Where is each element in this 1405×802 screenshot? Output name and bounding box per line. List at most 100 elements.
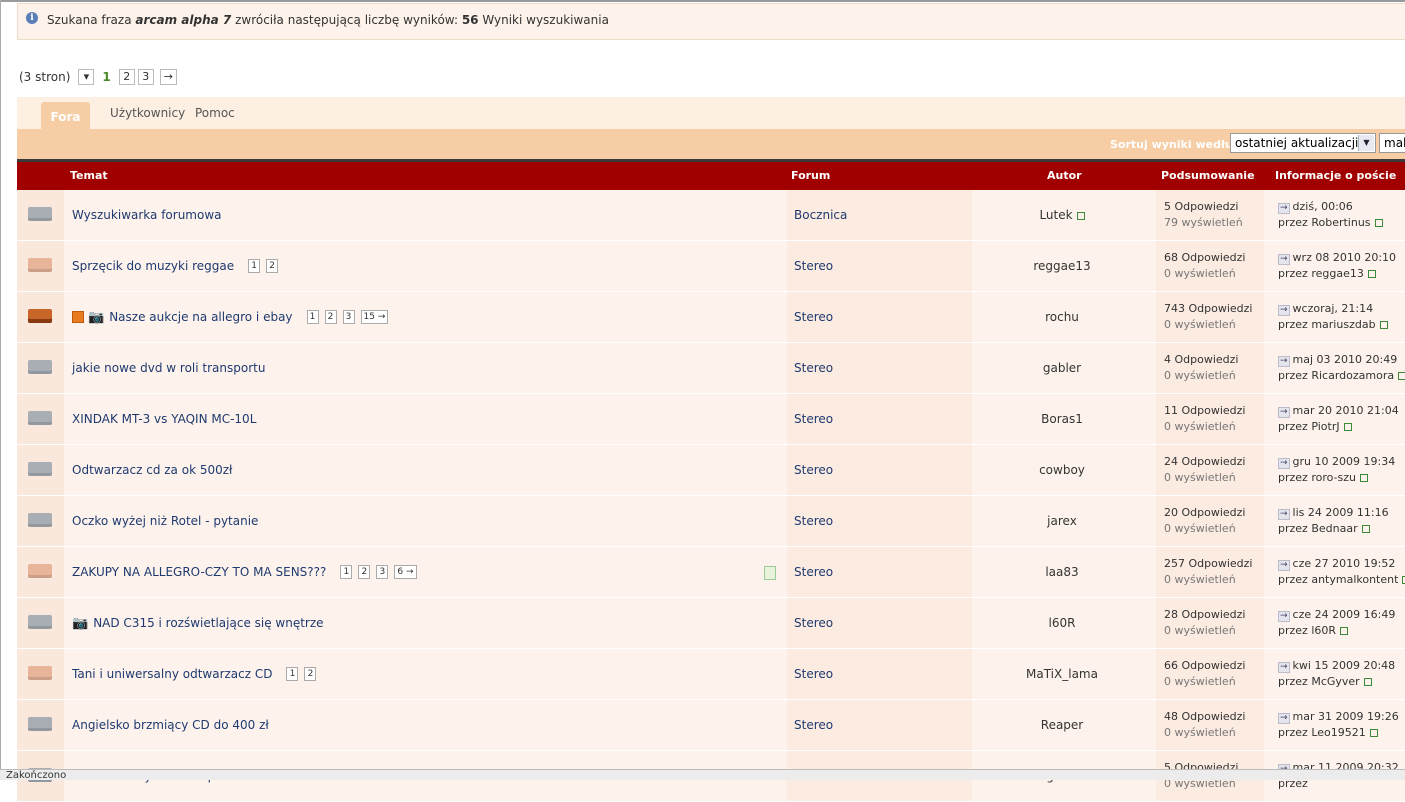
last-poster[interactable]: Ricardozamora xyxy=(1311,369,1394,382)
last-post-date[interactable]: cze 27 2010 19:52 xyxy=(1293,557,1396,570)
last-poster[interactable]: l60R xyxy=(1311,624,1336,637)
go-to-last-post-icon[interactable]: → xyxy=(1278,407,1290,418)
last-poster[interactable]: Robertinus xyxy=(1311,216,1370,229)
author-name[interactable]: laa83 xyxy=(1045,565,1078,579)
external-link-icon[interactable] xyxy=(1343,423,1352,431)
topic-page-link[interactable]: 2 xyxy=(324,310,337,324)
last-poster[interactable]: Bednaar xyxy=(1311,522,1357,535)
chevron-down-icon[interactable]: ▼ xyxy=(1358,135,1374,151)
last-post-date[interactable]: mar 20 2010 21:04 xyxy=(1293,404,1399,417)
topic-page-link[interactable]: 1 xyxy=(248,259,261,273)
tab-help[interactable]: Pomoc xyxy=(195,106,235,120)
forum-link[interactable]: Stereo xyxy=(794,565,833,579)
next-page-button[interactable]: → xyxy=(159,69,177,85)
topic-link[interactable]: jakie nowe dvd w roli transportu xyxy=(72,361,265,375)
topic-page-link[interactable]: 2 xyxy=(266,259,279,273)
last-poster[interactable]: Leo19521 xyxy=(1311,726,1365,739)
external-link-icon[interactable] xyxy=(1361,525,1370,533)
external-link-icon[interactable] xyxy=(1076,211,1085,220)
topic-link[interactable]: Nasze aukcje na allegro i ebay xyxy=(109,310,292,324)
last-poster[interactable]: reggae13 xyxy=(1311,267,1364,280)
external-link-icon[interactable] xyxy=(1379,321,1388,329)
last-poster[interactable]: antymalkontent xyxy=(1311,573,1398,586)
go-to-last-post-icon[interactable]: → xyxy=(1278,560,1290,571)
go-to-last-post-icon[interactable]: → xyxy=(1278,203,1290,214)
topic-page-link[interactable]: 1 xyxy=(306,310,319,324)
last-post-date[interactable]: wczoraj, 21:14 xyxy=(1293,302,1374,315)
author-name[interactable]: Reaper xyxy=(1041,718,1083,732)
topic-link[interactable]: Wyszukiwarka forumowa xyxy=(72,208,222,222)
topic-link[interactable]: ZAKUPY NA ALLEGRO-CZY TO MA SENS??? xyxy=(72,565,326,579)
forum-link[interactable]: Stereo xyxy=(794,259,833,273)
page-link-2[interactable]: 2 xyxy=(118,69,135,85)
last-post-date[interactable]: mar 31 2009 19:26 xyxy=(1293,710,1399,723)
external-link-icon[interactable] xyxy=(1374,219,1383,227)
author-name[interactable]: gabler xyxy=(1043,361,1081,375)
forum-link[interactable]: Stereo xyxy=(794,310,833,324)
author-name[interactable]: Boras1 xyxy=(1041,412,1083,426)
forum-link[interactable]: Stereo xyxy=(794,718,833,732)
last-post-date[interactable]: cze 24 2009 16:49 xyxy=(1293,608,1396,621)
topic-page-link[interactable]: 2 xyxy=(358,565,371,579)
topic-page-link[interactable]: 2 xyxy=(304,667,317,681)
last-poster[interactable]: PiotrJ xyxy=(1311,420,1339,433)
tab-users[interactable]: Użytkownicy xyxy=(110,106,185,120)
external-link-icon[interactable] xyxy=(1369,729,1378,737)
go-to-last-post-icon[interactable]: → xyxy=(1278,356,1290,367)
topic-link[interactable]: Sprzęcik do muzyki reggae xyxy=(72,259,234,273)
go-to-last-post-icon[interactable]: → xyxy=(1278,713,1290,724)
forum-link[interactable]: Stereo xyxy=(794,667,833,681)
topic-page-link[interactable]: 1 xyxy=(340,565,353,579)
author-name[interactable]: l60R xyxy=(1049,616,1076,630)
last-post-date[interactable]: lis 24 2009 11:16 xyxy=(1293,506,1389,519)
sort-order-select[interactable]: malejąco xyxy=(1379,133,1405,153)
forum-link[interactable]: Bocznica xyxy=(794,208,847,222)
go-to-last-post-icon[interactable]: → xyxy=(1278,662,1290,673)
last-poster[interactable]: McGyver xyxy=(1311,675,1359,688)
col-forum[interactable]: Forum xyxy=(791,169,830,182)
author-name[interactable]: cowboy xyxy=(1039,463,1085,477)
sort-field-select[interactable]: ostatniej aktualizacji ▼ xyxy=(1230,133,1376,153)
last-poster[interactable]: mariuszdab xyxy=(1311,318,1375,331)
go-to-last-post-icon[interactable]: → xyxy=(1278,254,1290,265)
external-link-icon[interactable] xyxy=(1398,372,1405,380)
external-link-icon[interactable] xyxy=(1367,270,1376,278)
last-poster[interactable]: roro-szu xyxy=(1311,471,1356,484)
last-post-date[interactable]: kwi 15 2009 20:48 xyxy=(1293,659,1396,672)
author-name[interactable]: Lutek xyxy=(1039,208,1072,222)
author-name[interactable]: reggae13 xyxy=(1033,259,1090,273)
topic-link[interactable]: Oczko wyżej niż Rotel - pytanie xyxy=(72,514,258,528)
topic-page-link[interactable]: 6 → xyxy=(394,565,417,579)
col-summary[interactable]: Podsumowanie xyxy=(1161,169,1255,182)
author-name[interactable]: rochu xyxy=(1045,310,1079,324)
page-jump-dropdown[interactable]: ▾ xyxy=(78,69,95,85)
topic-link[interactable]: Tani i uniwersalny odtwarzacz CD xyxy=(72,667,272,681)
go-to-last-post-icon[interactable]: → xyxy=(1278,305,1290,316)
tab-forums[interactable]: Fora xyxy=(41,102,90,129)
go-to-last-post-icon[interactable]: → xyxy=(1278,509,1290,520)
topic-link[interactable]: Angielsko brzmiący CD do 400 zł xyxy=(72,718,269,732)
col-post-info[interactable]: Informacje o poście xyxy=(1275,169,1396,182)
forum-link[interactable]: Stereo xyxy=(794,463,833,477)
author-name[interactable]: jarex xyxy=(1047,514,1077,528)
external-link-icon[interactable] xyxy=(1360,474,1368,482)
forum-link[interactable]: Stereo xyxy=(794,412,833,426)
topic-link[interactable]: Odtwarzacz cd za ok 500zł xyxy=(72,463,232,477)
topic-page-link[interactable]: 1 xyxy=(286,667,299,681)
topic-page-link[interactable]: 3 xyxy=(376,565,389,579)
forum-link[interactable]: Stereo xyxy=(794,361,833,375)
forum-link[interactable]: Stereo xyxy=(794,616,833,630)
external-link-icon[interactable] xyxy=(1363,678,1372,686)
col-topic[interactable]: Temat xyxy=(70,169,108,182)
topic-link[interactable]: XINDAK MT-3 vs YAQIN MC-10L xyxy=(72,412,256,426)
author-name[interactable]: MaTiX_lama xyxy=(1026,667,1098,681)
col-author[interactable]: Autor xyxy=(1047,169,1082,182)
topic-link[interactable]: NAD C315 i rozświetlające się wnętrze xyxy=(93,616,323,630)
topic-page-link[interactable]: 3 xyxy=(342,310,355,324)
last-post-date[interactable]: wrz 08 2010 20:10 xyxy=(1293,251,1396,264)
forum-link[interactable]: Stereo xyxy=(794,514,833,528)
topic-page-link[interactable]: 15 → xyxy=(360,310,389,324)
go-to-last-post-icon[interactable]: → xyxy=(1278,458,1290,469)
go-to-last-post-icon[interactable]: → xyxy=(1278,611,1290,622)
last-post-date[interactable]: maj 03 2010 20:49 xyxy=(1293,353,1398,366)
